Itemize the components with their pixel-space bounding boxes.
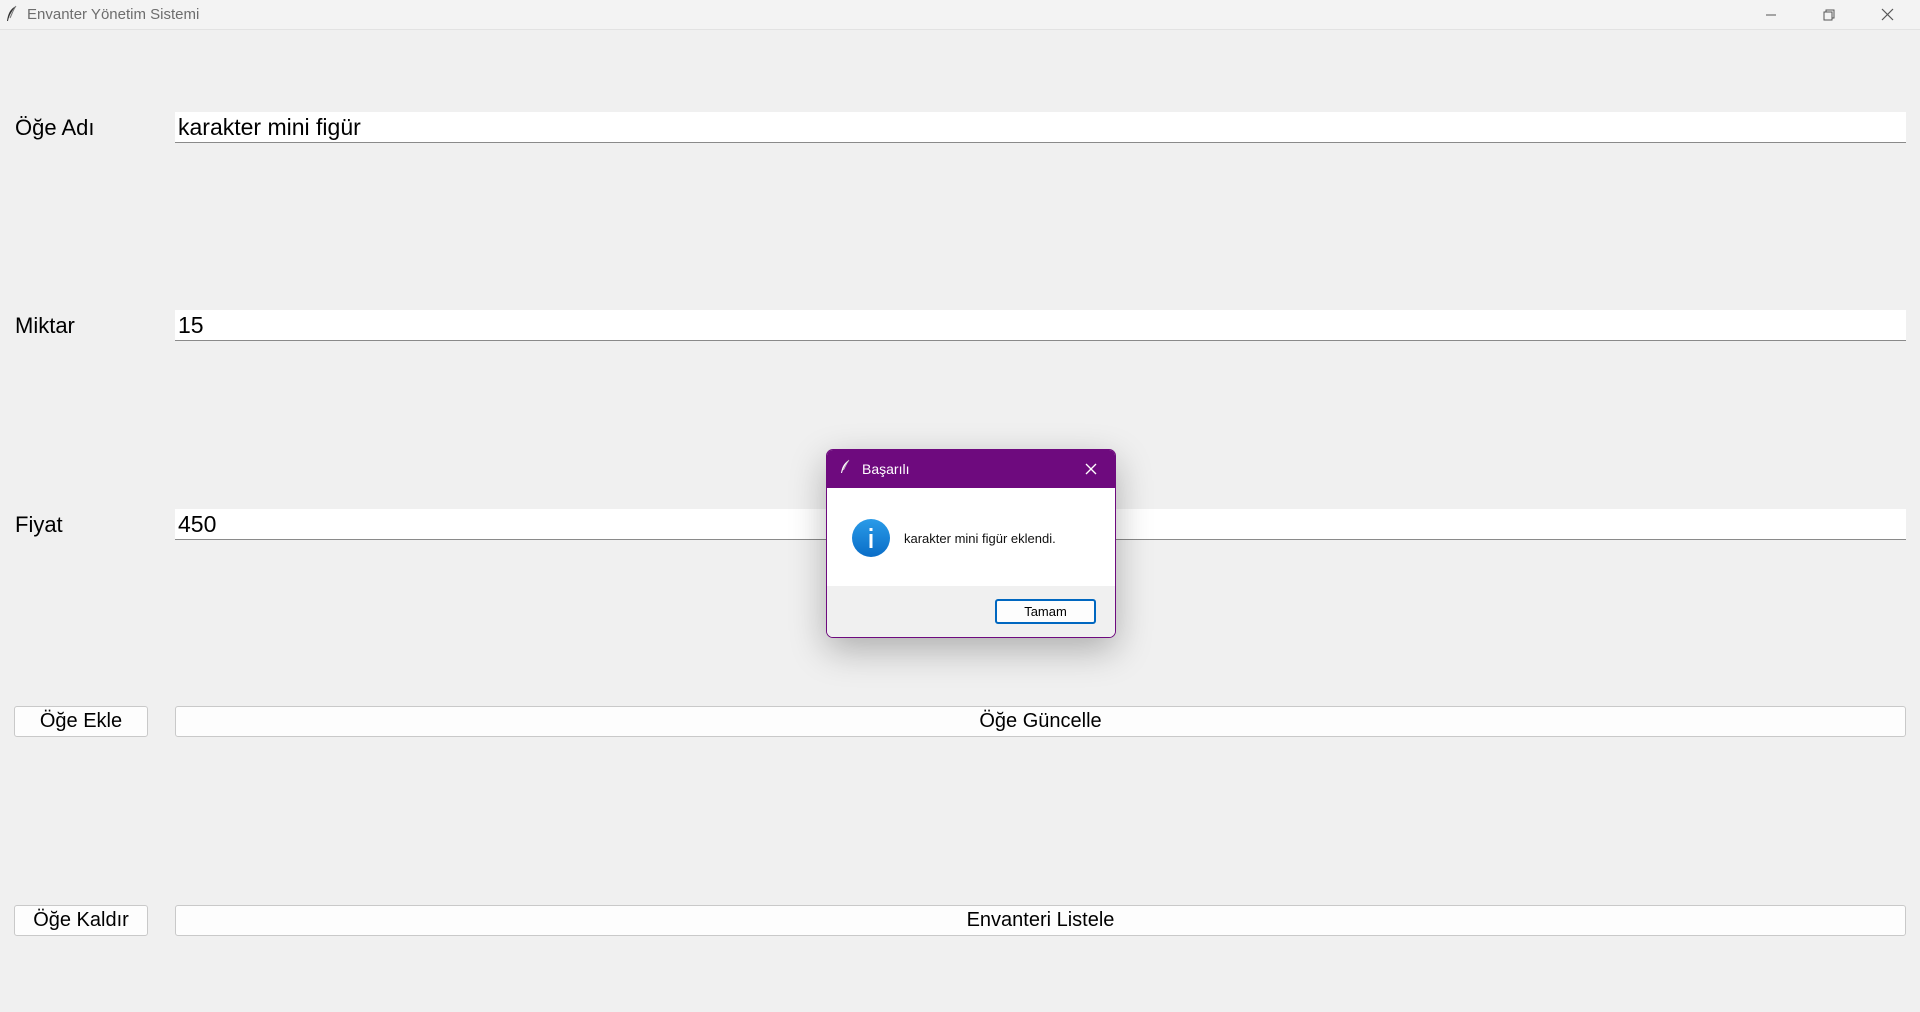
quantity-field[interactable] xyxy=(175,310,1906,341)
title-bar: Envanter Yönetim Sistemi xyxy=(0,0,1920,30)
close-icon xyxy=(1881,8,1893,21)
list-inventory-button[interactable]: Envanteri Listele xyxy=(175,905,1906,936)
dialog-message: karakter mini figür eklendi. xyxy=(904,531,1056,546)
remove-item-button[interactable]: Öğe Kaldır xyxy=(14,905,148,936)
price-label: Fiyat xyxy=(15,512,63,537)
info-icon xyxy=(852,519,890,557)
feather-icon xyxy=(841,459,850,473)
main-window: Envanter Yönetim Sistemi Öğe Adı Miktar … xyxy=(0,0,1920,1012)
minimize-icon xyxy=(1766,14,1776,15)
minimize-button[interactable] xyxy=(1742,0,1800,29)
feather-icon xyxy=(7,5,17,21)
dialog-footer: Tamam xyxy=(827,586,1115,637)
add-item-button[interactable]: Öğe Ekle xyxy=(14,706,148,737)
restore-icon xyxy=(1823,9,1835,20)
close-button[interactable] xyxy=(1858,0,1916,29)
ok-button[interactable]: Tamam xyxy=(995,599,1096,624)
dialog-title: Başarılı xyxy=(862,461,910,477)
window-title: Envanter Yönetim Sistemi xyxy=(27,6,200,23)
quantity-label: Miktar xyxy=(15,313,75,338)
update-item-button[interactable]: Öğe Güncelle xyxy=(175,706,1906,737)
dialog-body: karakter mini figür eklendi. xyxy=(827,488,1115,586)
name-field[interactable] xyxy=(175,112,1906,143)
name-label: Öğe Adı xyxy=(15,115,95,140)
restore-button[interactable] xyxy=(1800,0,1858,29)
success-dialog: Başarılı karakter mini figür eklendi. Ta… xyxy=(826,449,1116,638)
dialog-title-bar: Başarılı xyxy=(827,450,1115,488)
dialog-close-icon[interactable] xyxy=(1083,461,1099,477)
